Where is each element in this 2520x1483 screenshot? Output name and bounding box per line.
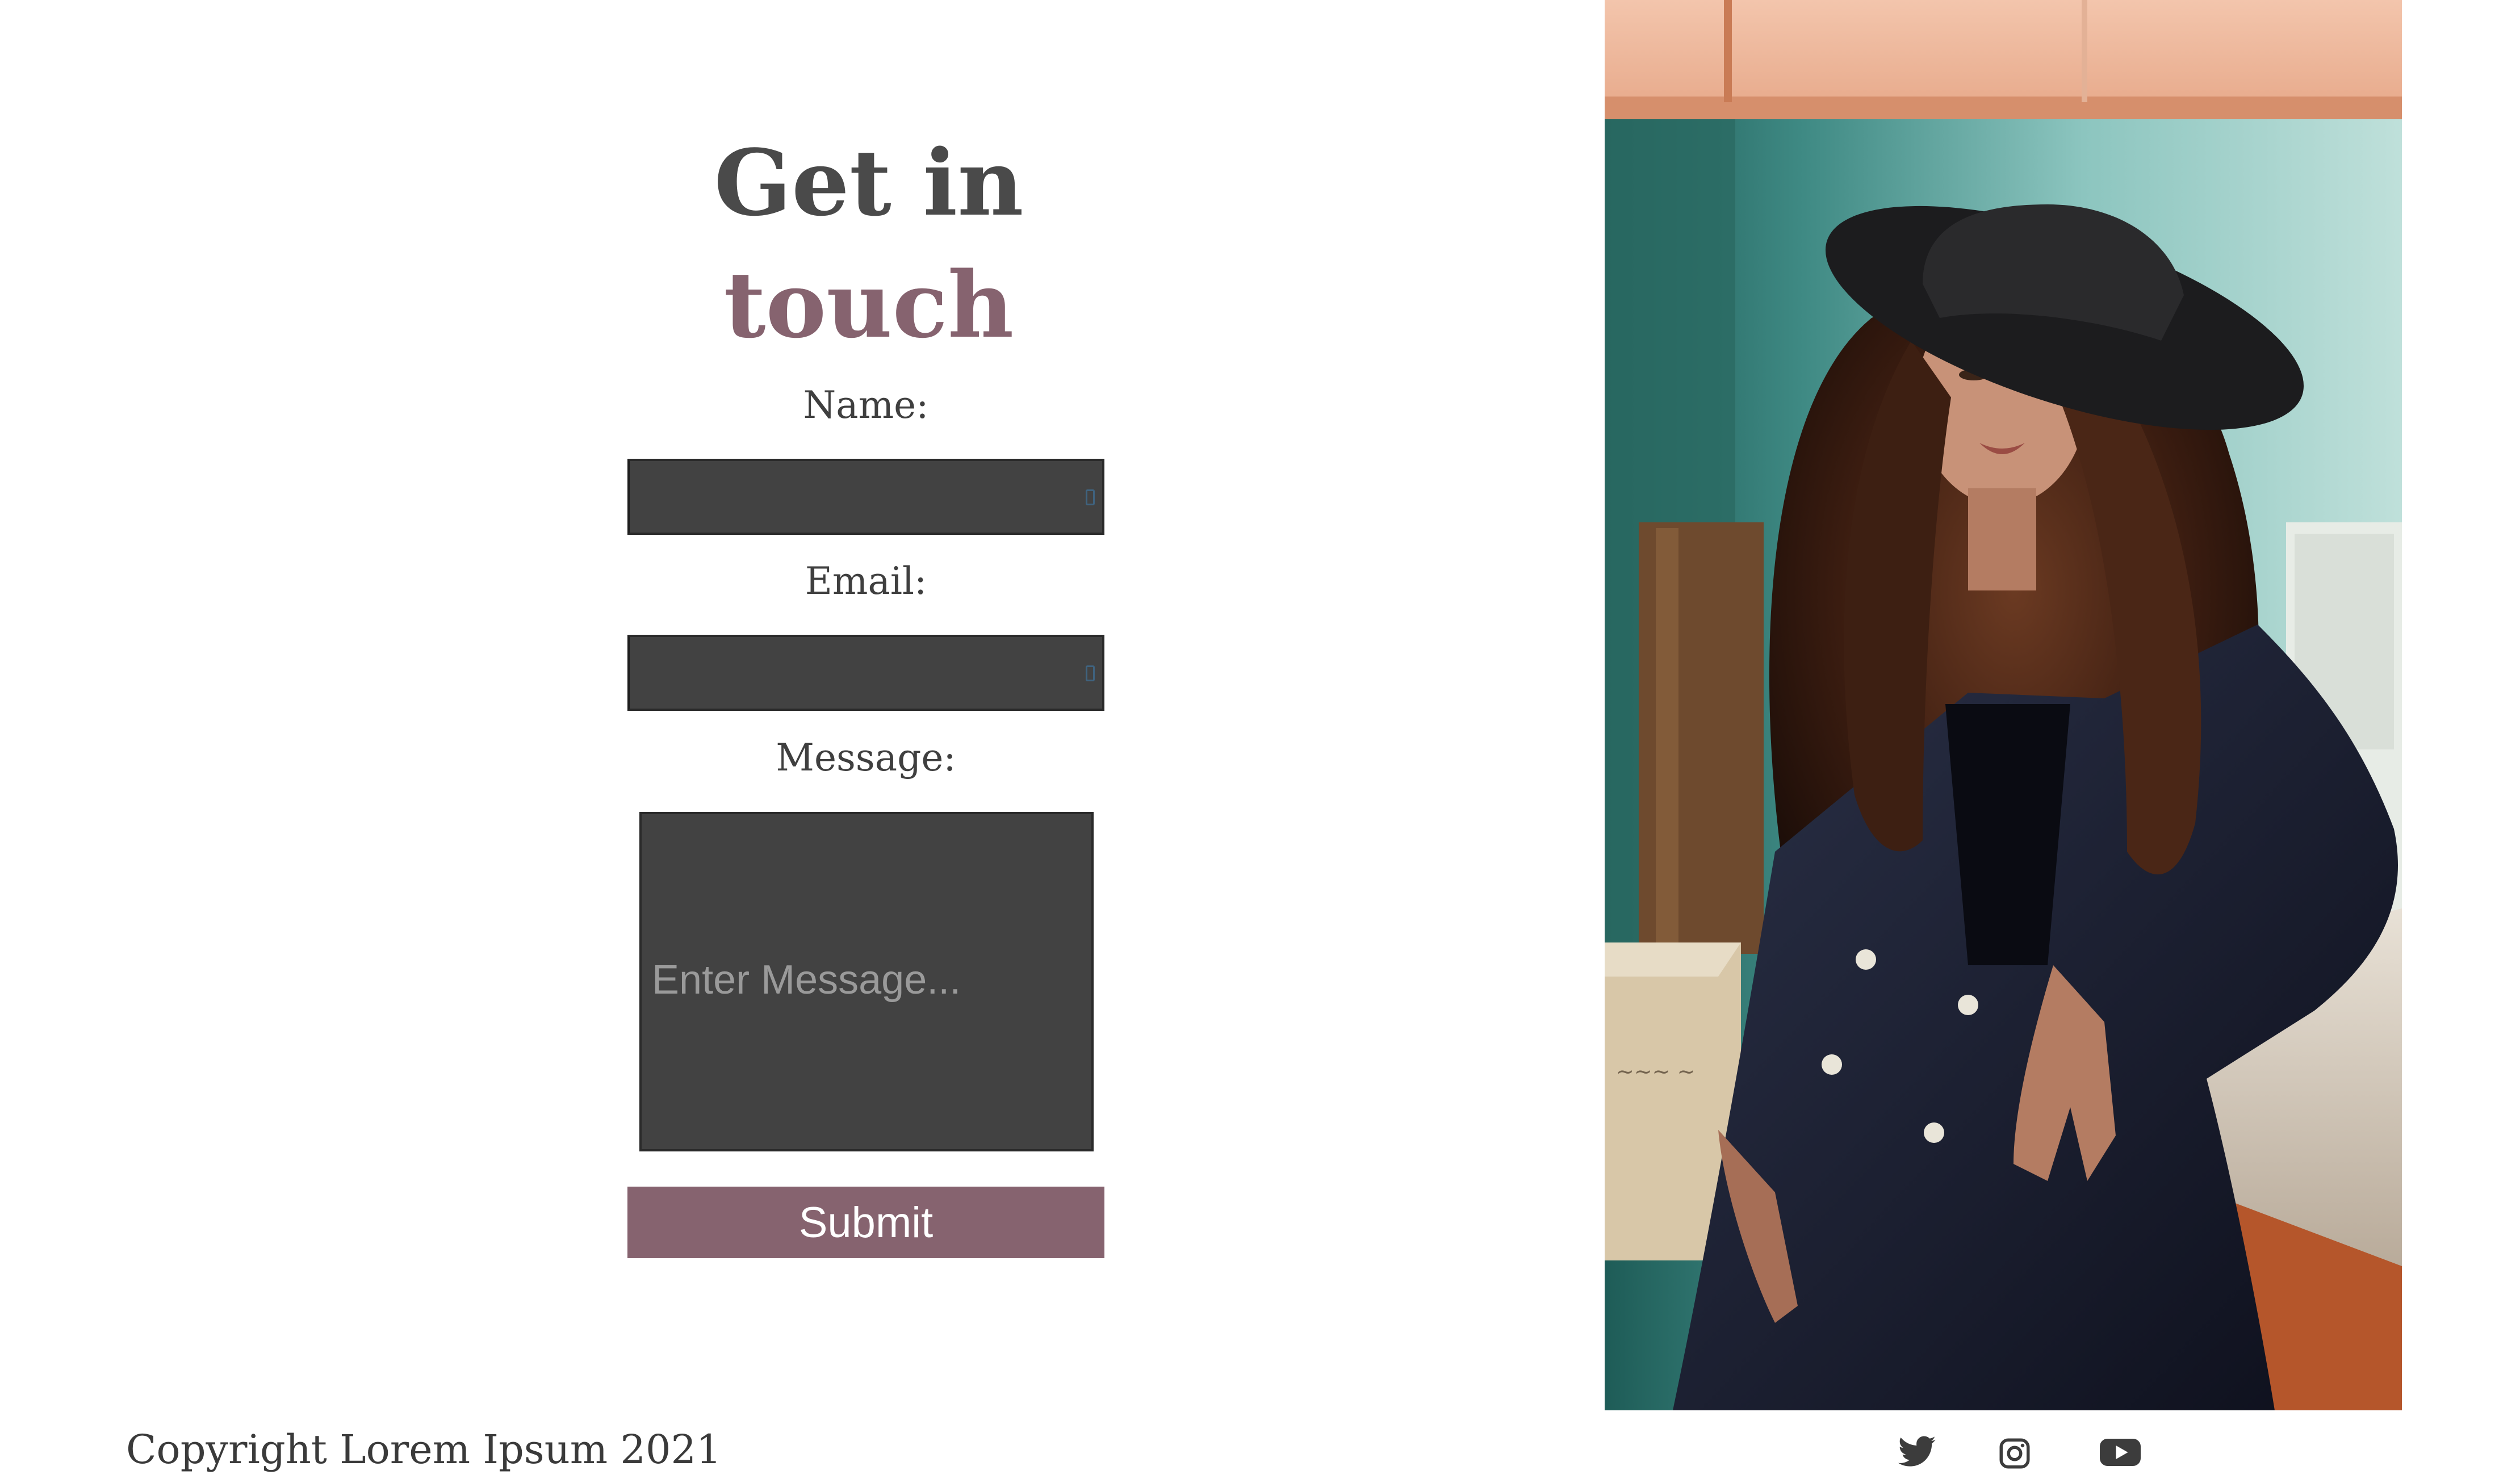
- twitter-icon[interactable]: [1897, 1432, 1937, 1473]
- youtube-icon[interactable]: [2098, 1432, 2143, 1473]
- name-field[interactable]: [627, 459, 1104, 535]
- autofill-icon[interactable]: [1086, 665, 1095, 681]
- instagram-icon[interactable]: [1998, 1436, 2032, 1471]
- contact-page: Get in touch Name: Email: Message: Enter…: [0, 0, 2520, 1483]
- message-label: Message:: [776, 736, 956, 780]
- email-label: Email:: [805, 559, 927, 603]
- autofill-icon[interactable]: [1086, 489, 1095, 505]
- portrait-illustration: ~~~ ~: [1605, 0, 2402, 1410]
- email-field[interactable]: [627, 635, 1104, 711]
- name-label: Name:: [803, 383, 929, 427]
- portrait-photo: ~~~ ~: [1605, 0, 2402, 1410]
- message-textarea[interactable]: [639, 812, 1094, 1151]
- submit-button[interactable]: Submit: [627, 1187, 1104, 1258]
- heading-line-2: touch: [723, 252, 1014, 358]
- copyright-text: Copyright Lorem Ipsum 2021: [126, 1426, 722, 1473]
- page-heading: Get in touch: [625, 122, 1113, 366]
- box-scribble: ~~~ ~: [1616, 1059, 1695, 1084]
- heading-line-1: Get in: [714, 129, 1024, 236]
